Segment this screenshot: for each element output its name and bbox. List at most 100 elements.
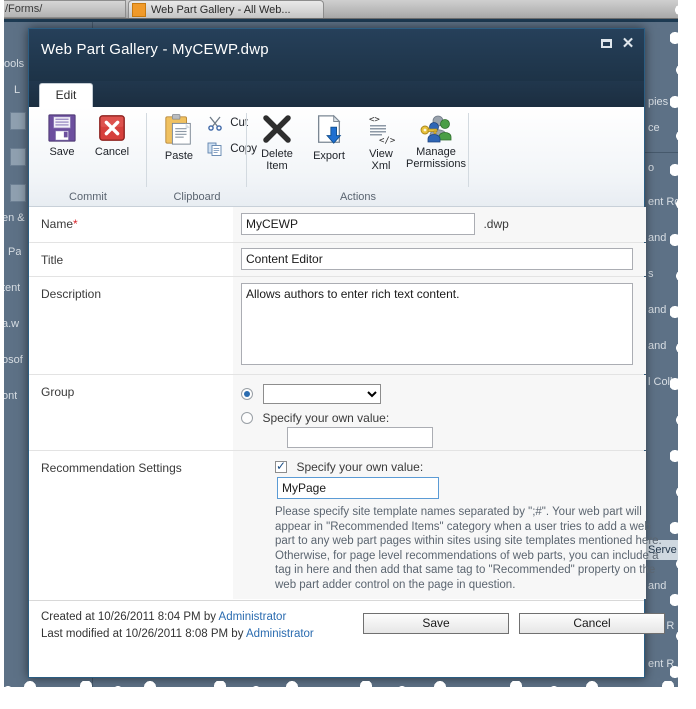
group-dropdown[interactable]: [263, 384, 382, 404]
form-row-name: Name* .dwp: [29, 207, 646, 243]
dialog-footer: Created at 10/26/2011 8:04 PM by Adminis…: [29, 600, 665, 657]
group-radio-custom[interactable]: [241, 411, 253, 424]
ribbon-group-separator: [468, 113, 469, 187]
svg-text:</>: </>: [379, 136, 396, 145]
recommendation-checkbox[interactable]: [275, 459, 287, 473]
background-left-text: ools: [4, 58, 25, 70]
close-button[interactable]: ✕: [620, 35, 636, 52]
recommendation-label: Recommendation Settings: [41, 461, 182, 475]
browser-tab[interactable]: Web Part Gallery - All Web...: [128, 0, 324, 18]
tab-edit[interactable]: Edit: [39, 83, 93, 107]
ribbon-group-label: Commit: [69, 191, 107, 203]
ribbon-button-paste[interactable]: Paste: [153, 113, 205, 162]
ribbon-group-commit: Save Cancel Commit: [29, 107, 147, 206]
background-doc-icon: [10, 184, 26, 202]
ribbon-button-label: Cancel: [94, 146, 130, 158]
group-label: Group: [41, 385, 75, 399]
modified-user-link[interactable]: Administrator: [246, 628, 314, 640]
ribbon-button-label2: Item: [266, 160, 288, 172]
manage-permissions-icon: [420, 115, 452, 143]
tab-favicon-icon: [132, 3, 146, 17]
description-textarea[interactable]: Allows authors to enter rich text conten…: [241, 283, 633, 365]
maximize-button[interactable]: [598, 37, 614, 51]
background-right-text: pies: [648, 96, 669, 108]
created-info: Created at 10/26/2011 8:04 PM by Adminis…: [41, 611, 286, 623]
export-icon: [317, 114, 342, 144]
paste-icon: [165, 114, 191, 145]
description-label: Description: [41, 287, 102, 301]
ribbon-button-label: Paste: [164, 150, 194, 162]
required-marker: *: [73, 217, 78, 231]
background-right-text: and: [648, 232, 667, 244]
ribbon-button-export[interactable]: Export: [303, 113, 355, 162]
background-right-text: and: [648, 304, 667, 316]
background-left-text: en &: [2, 212, 25, 224]
background-right-text: l Coll: [648, 376, 673, 388]
save-icon: [48, 114, 76, 142]
group-radio-dropdown[interactable]: [241, 388, 253, 400]
footer-save-button[interactable]: Save: [363, 613, 509, 634]
dialog-titlebar: Web Part Gallery - MyCEWP.dwp ✕: [29, 29, 644, 81]
form-row-title: Title: [29, 243, 646, 277]
background-right-text: o: [648, 162, 655, 174]
ribbon-button-label: Manage: [416, 146, 456, 158]
background-left-text: L: [14, 84, 21, 96]
background-doc-icon: [10, 148, 26, 166]
ribbon-button-manage-permissions[interactable]: Manage Permissions: [403, 113, 469, 170]
scissors-icon: [208, 116, 222, 131]
close-icon: ✕: [621, 35, 635, 52]
ribbon-button-cut[interactable]: Cut: [207, 115, 248, 131]
ribbon-button-label: Export: [313, 150, 345, 162]
background-left-text: a.w: [2, 318, 20, 330]
created-prefix: Created at 10/26/2011 8:04 PM by: [41, 611, 219, 623]
ribbon-button-label2: Permissions: [406, 158, 466, 170]
ribbon-tabstrip: Edit: [29, 81, 644, 107]
ribbon-group-actions: Delete Item Export <> </> View Xml Manag…: [247, 107, 469, 206]
background-right-text: ce: [648, 122, 660, 134]
cancel-icon: [99, 115, 125, 141]
name-suffix: .dwp: [483, 217, 509, 231]
title-input[interactable]: [241, 248, 633, 270]
ribbon-button-cancel[interactable]: Cancel: [87, 113, 137, 158]
ribbon-group-label: Actions: [339, 191, 377, 203]
form-row-recommendation: Recommendation Settings Specify your own…: [29, 451, 662, 599]
ribbon-button-label: View: [369, 148, 393, 160]
delete-x-icon: [263, 115, 291, 143]
footer-cancel-button[interactable]: Cancel: [519, 613, 665, 634]
form-area: Name* .dwp Title Description Allows auth…: [29, 207, 662, 600]
dialog-title: Web Part Gallery - MyCEWP.dwp: [41, 41, 269, 58]
recommendation-specify-label: Specify your own value:: [296, 459, 424, 474]
ribbon-group-label: Clipboard: [173, 191, 221, 203]
background-left-text: Pa: [8, 246, 22, 258]
form-row-description: Description Allows authors to enter rich…: [29, 277, 646, 375]
ribbon-button-view-xml[interactable]: <> </> View Xml: [357, 113, 405, 172]
browser-url-bar[interactable]: /Forms/: [0, 0, 126, 18]
copy-icon: [207, 142, 222, 156]
background-left-text: osof: [2, 354, 23, 366]
modified-info: Last modified at 10/26/2011 8:08 PM by A…: [41, 628, 314, 640]
background-right-text: and: [648, 340, 667, 352]
torn-edge-left: [0, 0, 4, 709]
ribbon-button-delete-item[interactable]: Delete Item: [251, 113, 303, 172]
ribbon-button-label2: Xml: [371, 160, 391, 172]
ribbon-button-save[interactable]: Save: [39, 113, 85, 158]
recommendation-help-text: Please specify site template names separ…: [275, 506, 662, 591]
web-part-gallery-dialog: Web Part Gallery - MyCEWP.dwp ✕ Edit Sav…: [28, 28, 665, 678]
title-label: Title: [41, 253, 64, 267]
ribbon-button-label: Delete: [261, 148, 293, 160]
background-left-text: ont: [2, 390, 18, 402]
ribbon-group-clipboard: Paste Cut Copy Clipboard: [147, 107, 257, 206]
recommendation-input[interactable]: [277, 477, 439, 499]
form-row-group: Group Specify your own value:: [29, 375, 646, 451]
created-user-link[interactable]: Administrator: [219, 611, 287, 623]
ribbon-button-label: Save: [49, 146, 75, 158]
group-specify-label: Specify your own value:: [262, 410, 390, 425]
ribbon-body: Save Cancel Commit Paste Cut Copy Clipbo…: [29, 107, 644, 207]
group-custom-input[interactable]: [287, 427, 433, 448]
maximize-icon: [600, 39, 612, 48]
background-right-text: s: [648, 268, 654, 280]
torn-edge-right-scallops: [670, 0, 682, 709]
svg-text:<>: <>: [369, 115, 380, 125]
name-input[interactable]: [241, 213, 475, 235]
modified-prefix: Last modified at 10/26/2011 8:08 PM by: [41, 628, 247, 640]
